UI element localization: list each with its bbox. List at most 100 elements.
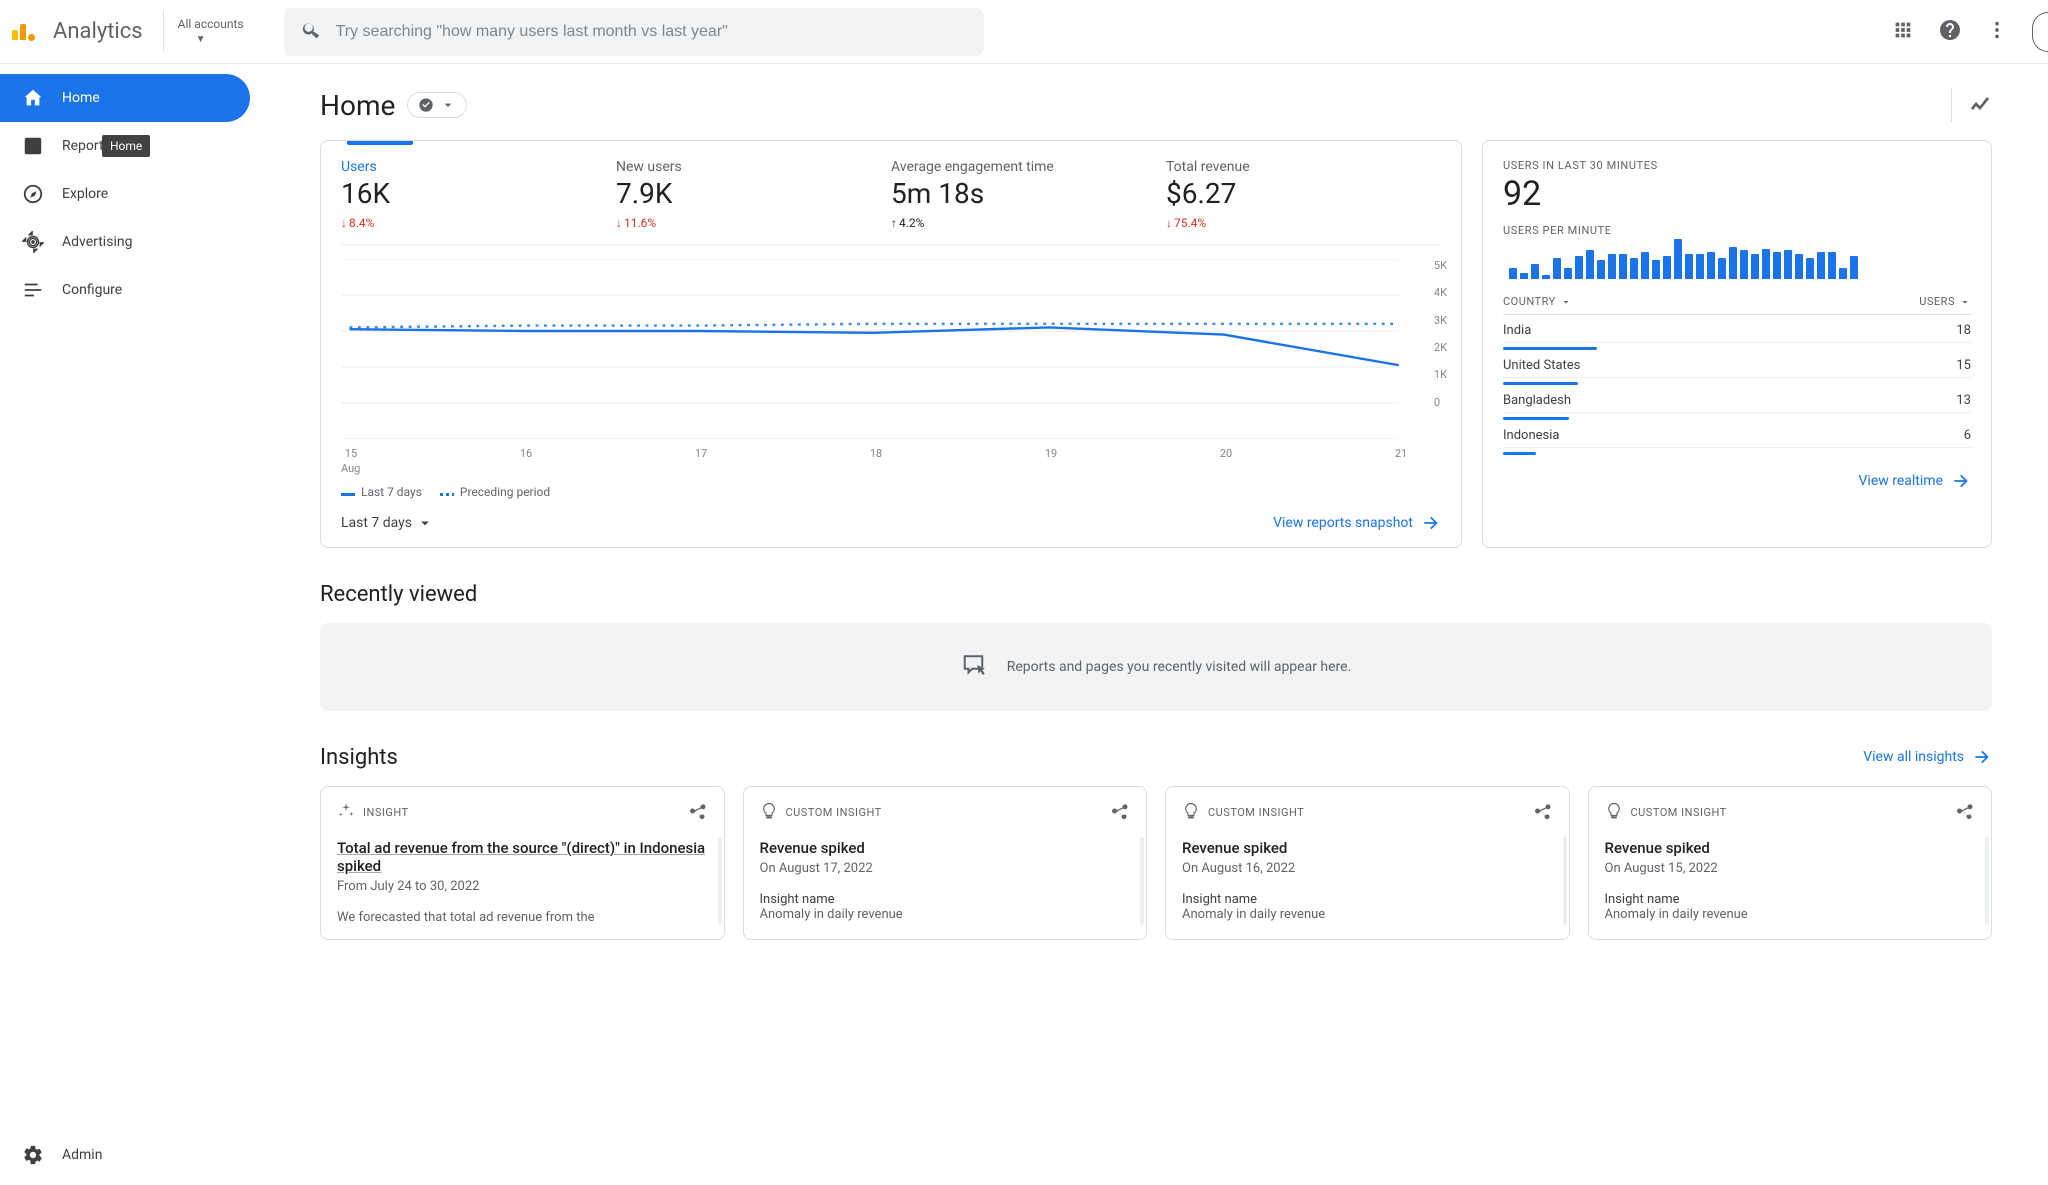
rt-country: Indonesia xyxy=(1503,428,1559,443)
sidebar-item-advertising[interactable]: Advertising xyxy=(0,218,250,266)
arrow-right-icon xyxy=(1421,513,1441,533)
search-input[interactable] xyxy=(336,23,968,41)
link-label: View realtime xyxy=(1859,473,1943,489)
arrow-right-icon xyxy=(1972,747,1992,767)
share-icon[interactable] xyxy=(1110,801,1130,825)
sidebar-item-home[interactable]: Home xyxy=(0,74,250,122)
more-vert-icon[interactable] xyxy=(1986,19,2008,45)
audience-chip[interactable] xyxy=(407,92,467,118)
overview-card: Users 16K ↓8.4% New users 7.9K ↓11.6% Av… xyxy=(320,140,1462,548)
insight-name-label: Insight name xyxy=(1182,892,1553,907)
metric-total revenue[interactable]: Total revenue $6.27 ↓75.4% xyxy=(1166,159,1441,230)
sidebar-item-label: Configure xyxy=(62,282,122,298)
sidebar-item-configure[interactable]: Configure xyxy=(0,266,250,314)
share-icon[interactable] xyxy=(1533,801,1553,825)
arrow-down-icon: ↓ xyxy=(616,217,622,229)
sidebar-item-reports[interactable]: Reports Home xyxy=(0,122,250,170)
rt-bar xyxy=(1784,250,1792,279)
lightbulb-icon xyxy=(1182,802,1200,823)
metric-name: Users xyxy=(341,159,616,175)
account-switcher[interactable]: All accounts ▼ xyxy=(163,11,258,51)
rt-users: 15 xyxy=(1956,358,1971,373)
search-box[interactable] xyxy=(284,8,984,56)
view-realtime-link[interactable]: View realtime xyxy=(1859,471,1971,491)
page-header: Home xyxy=(320,88,1992,122)
chart-y-axis: 5K4K3K2K1K0 xyxy=(1434,259,1447,409)
cursor-click-icon xyxy=(961,650,991,684)
rt-head-users[interactable]: USERS xyxy=(1919,295,1971,308)
rt-users-30min: 92 xyxy=(1503,174,1971,214)
rt-bar xyxy=(1630,258,1638,279)
insights-row: INSIGHT Total ad revenue from the source… xyxy=(320,786,1992,940)
rt-table-head: COUNTRY USERS xyxy=(1503,295,1971,315)
recently-viewed-heading: Recently viewed xyxy=(320,582,1992,607)
sidebar-item-label: Admin xyxy=(62,1147,102,1163)
date-range-label: Last 7 days xyxy=(341,515,412,531)
rt-table-row[interactable]: India 18 xyxy=(1503,315,1971,350)
date-range-dropdown[interactable]: Last 7 days xyxy=(341,514,434,532)
sidebar-item-label: Home xyxy=(62,90,100,106)
chevron-down-icon xyxy=(440,97,456,113)
insight-tag: CUSTOM INSIGHT xyxy=(1182,802,1304,823)
rt-label-per-minute: USERS PER MINUTE xyxy=(1503,224,1971,237)
account-switcher-label: All accounts xyxy=(178,17,244,31)
metric-value: $6.27 xyxy=(1166,179,1441,210)
rt-table-row[interactable]: Indonesia 6 xyxy=(1503,420,1971,455)
metric-value: 5m 18s xyxy=(891,179,1166,210)
chevron-down-icon xyxy=(1560,296,1572,308)
arrow-up-icon: ↑ xyxy=(891,217,897,229)
rt-head-country[interactable]: COUNTRY xyxy=(1503,295,1572,308)
page-title: Home xyxy=(320,89,395,122)
rt-bar xyxy=(1564,268,1572,279)
share-icon[interactable] xyxy=(1955,801,1975,825)
sidebar-item-label: Explore xyxy=(62,186,108,202)
rt-head-country-label: COUNTRY xyxy=(1503,295,1556,308)
divider xyxy=(1951,88,1952,122)
share-icon[interactable] xyxy=(688,801,708,825)
insight-card[interactable]: CUSTOM INSIGHT Revenue spiked On August … xyxy=(1165,786,1570,940)
legend-prev: Preceding period xyxy=(460,485,550,499)
insight-subtitle: On August 16, 2022 xyxy=(1182,861,1553,876)
rt-table-row[interactable]: Bangladesh 13 xyxy=(1503,385,1971,420)
rt-bar xyxy=(1685,254,1693,279)
metric-average engagement time[interactable]: Average engagement time 5m 18s ↑4.2% xyxy=(891,159,1166,230)
insight-body: We forecasted that total ad revenue from… xyxy=(337,910,708,925)
rt-bar xyxy=(1729,247,1737,279)
link-label: View reports snapshot xyxy=(1273,515,1413,531)
metric-value: 16K xyxy=(341,179,616,210)
metric-users[interactable]: Users 16K ↓8.4% xyxy=(341,159,616,230)
view-reports-snapshot-link[interactable]: View reports snapshot xyxy=(1273,513,1441,533)
metric-name: Total revenue xyxy=(1166,159,1441,175)
insight-card[interactable]: INSIGHT Total ad revenue from the source… xyxy=(320,786,725,940)
metric-name: New users xyxy=(616,159,891,175)
sidebar-item-explore[interactable]: Explore xyxy=(0,170,250,218)
rt-users: 18 xyxy=(1956,323,1971,338)
metric-delta: ↑4.2% xyxy=(891,216,1166,230)
insights-spark-icon[interactable] xyxy=(1968,91,1992,119)
rt-country: Bangladesh xyxy=(1503,393,1571,408)
view-all-insights-link[interactable]: View all insights xyxy=(1863,747,1992,767)
rt-bar xyxy=(1542,275,1550,279)
rt-bar xyxy=(1641,252,1649,279)
main: Home Users 16K ↓8.4% xyxy=(256,64,2048,1185)
rt-country: India xyxy=(1503,323,1531,338)
help-icon[interactable] xyxy=(1938,18,1962,46)
insight-subtitle: On August 17, 2022 xyxy=(760,861,1131,876)
topbar-actions xyxy=(1892,12,2032,52)
metric-new users[interactable]: New users 7.9K ↓11.6% xyxy=(616,159,891,230)
sidebar-item-admin[interactable]: Admin xyxy=(0,1131,250,1179)
rt-sparkline xyxy=(1503,237,1971,279)
insight-card[interactable]: CUSTOM INSIGHT Revenue spiked On August … xyxy=(1588,786,1993,940)
insight-name-value: Anomaly in daily revenue xyxy=(1605,907,1976,922)
rt-table-row[interactable]: United States 15 xyxy=(1503,350,1971,385)
lightbulb-icon xyxy=(760,802,778,823)
insight-card[interactable]: CUSTOM INSIGHT Revenue spiked On August … xyxy=(743,786,1148,940)
account-avatar[interactable] xyxy=(2032,12,2048,52)
check-circle-icon xyxy=(418,97,434,113)
ga-logo-icon xyxy=(12,24,35,40)
chevron-down-icon xyxy=(1959,296,1971,308)
overview-chart: 5K4K3K2K1K0 15161718192021 Aug Last 7 da… xyxy=(341,259,1441,499)
insight-tag: CUSTOM INSIGHT xyxy=(760,802,882,823)
apps-grid-icon[interactable] xyxy=(1892,19,1914,45)
insight-title: Total ad revenue from the source "(direc… xyxy=(337,839,708,875)
